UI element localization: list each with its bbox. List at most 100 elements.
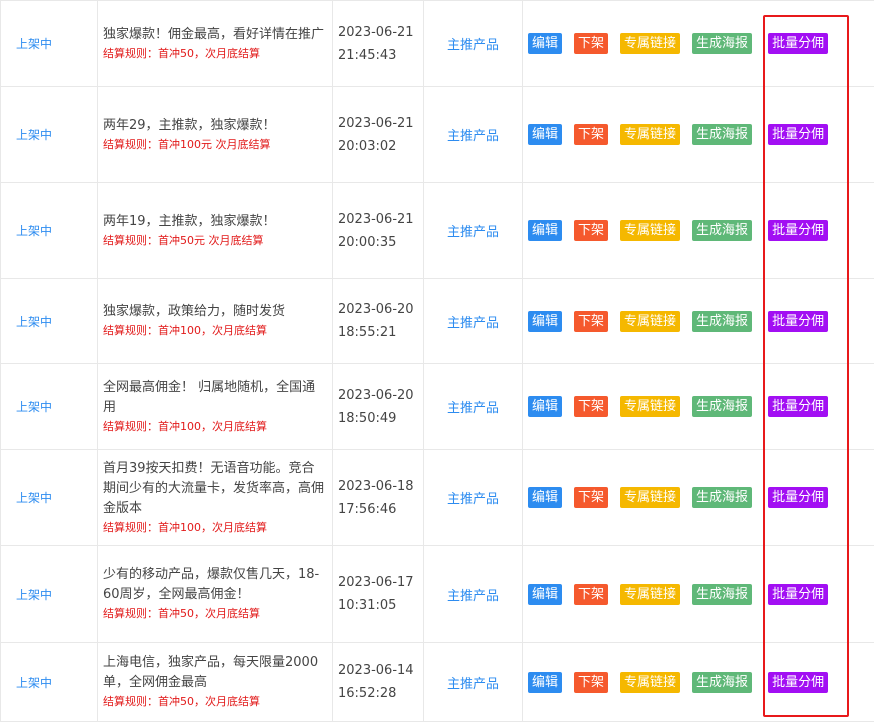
product-type-link[interactable]: 主推产品 [424,673,522,692]
status-link[interactable]: 上架中 [1,222,97,239]
take-down-button[interactable]: 下架 [574,33,608,54]
batch-commission-button[interactable]: 批量分佣 [768,487,828,508]
generate-poster-button[interactable]: 生成海报 [692,33,752,54]
take-down-button[interactable]: 下架 [574,124,608,145]
take-down-button[interactable]: 下架 [574,396,608,417]
status-link[interactable]: 上架中 [1,489,97,506]
batch-commission-button[interactable]: 批量分佣 [768,584,828,605]
generate-poster-button[interactable]: 生成海报 [692,672,752,693]
generate-poster-button[interactable]: 生成海报 [692,487,752,508]
edit-button[interactable]: 编辑 [528,220,562,241]
product-type-link[interactable]: 主推产品 [424,397,522,416]
batch-commission-button[interactable]: 批量分佣 [768,672,828,693]
batch-commission-button[interactable]: 批量分佣 [768,124,828,145]
table-row: 上架中 独家爆款，政策给力，随时发货 结算规则：首冲100，次月底结算 2023… [1,279,874,364]
created-time: 2023-06-17 10:31:05 [333,571,423,617]
batch-commission-button[interactable]: 批量分佣 [768,396,828,417]
product-type-link[interactable]: 主推产品 [424,488,522,507]
product-table: 上架中 独家爆款！佣金最高，看好详情在推广 结算规则：首冲50，次月底结算 20… [0,0,874,722]
type-cell: 主推产品 [424,87,523,183]
title-cell: 首月39按天扣费！无语音功能。竞合期间少有的大流量卡，发货率高，高佣金版本 结算… [98,450,333,546]
generate-poster-button[interactable]: 生成海报 [692,311,752,332]
settlement-rule: 结算规则：首冲50元 次月底结算 [103,232,327,250]
product-type-link[interactable]: 主推产品 [424,221,522,240]
settlement-rule: 结算规则：首冲100，次月底结算 [103,322,327,340]
status-link[interactable]: 上架中 [1,313,97,330]
exclusive-link-button[interactable]: 专属链接 [620,124,680,145]
take-down-button[interactable]: 下架 [574,220,608,241]
created-time: 2023-06-21 21:45:43 [333,21,423,67]
edit-button[interactable]: 编辑 [528,672,562,693]
status-link[interactable]: 上架中 [1,35,97,52]
table-row: 上架中 全网最高佣金！ 归属地随机，全国通用 结算规则：首冲100，次月底结算 … [1,364,874,450]
edit-button[interactable]: 编辑 [528,124,562,145]
edit-button[interactable]: 编辑 [528,396,562,417]
title-cell: 全网最高佣金！ 归属地随机，全国通用 结算规则：首冲100，次月底结算 [98,364,333,450]
date-cell: 2023-06-21 21:45:43 [333,1,424,87]
product-title: 全网最高佣金！ 归属地随机，全国通用 [103,378,327,418]
status-cell: 上架中 [1,87,98,183]
exclusive-link-button[interactable]: 专属链接 [620,311,680,332]
edit-button[interactable]: 编辑 [528,584,562,605]
title-cell: 两年29，主推款，独家爆款！ 结算规则：首冲100元 次月底结算 [98,87,333,183]
product-title: 两年29，主推款，独家爆款！ [103,116,327,136]
settlement-rule: 结算规则：首冲100，次月底结算 [103,418,327,436]
generate-poster-button[interactable]: 生成海报 [692,220,752,241]
edit-button[interactable]: 编辑 [528,33,562,54]
edit-button[interactable]: 编辑 [528,311,562,332]
product-title: 上海电信，独家产品，每天限量2000单，全网佣金最高 [103,653,327,693]
created-time: 2023-06-21 20:03:02 [333,112,423,158]
product-type-link[interactable]: 主推产品 [424,34,522,53]
product-type-link[interactable]: 主推产品 [424,585,522,604]
table-row: 上架中 上海电信，独家产品，每天限量2000单，全网佣金最高 结算规则：首冲50… [1,643,874,722]
exclusive-link-button[interactable]: 专属链接 [620,220,680,241]
type-cell: 主推产品 [424,279,523,364]
exclusive-link-button[interactable]: 专属链接 [620,487,680,508]
status-link[interactable]: 上架中 [1,126,97,143]
status-link[interactable]: 上架中 [1,674,97,691]
exclusive-link-button[interactable]: 专属链接 [620,396,680,417]
take-down-button[interactable]: 下架 [574,584,608,605]
edit-button[interactable]: 编辑 [528,487,562,508]
status-cell: 上架中 [1,1,98,87]
exclusive-link-button[interactable]: 专属链接 [620,672,680,693]
date-cell: 2023-06-18 17:56:46 [333,450,424,546]
operations-cell: 编辑 下架 专属链接 生成海报 批量分佣 [523,1,874,87]
date-cell: 2023-06-21 20:00:35 [333,183,424,279]
operations-cell: 编辑 下架 专属链接 生成海报 批量分佣 [523,364,874,450]
status-link[interactable]: 上架中 [1,398,97,415]
created-time: 2023-06-18 17:56:46 [333,475,423,521]
product-type-link[interactable]: 主推产品 [424,312,522,331]
table-row: 上架中 两年29，主推款，独家爆款！ 结算规则：首冲100元 次月底结算 202… [1,87,874,183]
batch-commission-button[interactable]: 批量分佣 [768,220,828,241]
table-row: 上架中 首月39按天扣费！无语音功能。竞合期间少有的大流量卡，发货率高，高佣金版… [1,450,874,546]
status-link[interactable]: 上架中 [1,586,97,603]
status-cell: 上架中 [1,183,98,279]
type-cell: 主推产品 [424,643,523,722]
product-type-link[interactable]: 主推产品 [424,125,522,144]
operations-cell: 编辑 下架 专属链接 生成海报 批量分佣 [523,546,874,643]
batch-commission-button[interactable]: 批量分佣 [768,33,828,54]
exclusive-link-button[interactable]: 专属链接 [620,33,680,54]
created-time: 2023-06-21 20:00:35 [333,208,423,254]
take-down-button[interactable]: 下架 [574,311,608,332]
exclusive-link-button[interactable]: 专属链接 [620,584,680,605]
batch-commission-button[interactable]: 批量分佣 [768,311,828,332]
status-cell: 上架中 [1,364,98,450]
operations-cell: 编辑 下架 专属链接 生成海报 批量分佣 [523,450,874,546]
created-time: 2023-06-14 16:52:28 [333,659,423,705]
product-title: 独家爆款，政策给力，随时发货 [103,302,327,322]
type-cell: 主推产品 [424,364,523,450]
title-cell: 独家爆款！佣金最高，看好详情在推广 结算规则：首冲50，次月底结算 [98,1,333,87]
generate-poster-button[interactable]: 生成海报 [692,124,752,145]
product-title: 两年19，主推款，独家爆款！ [103,212,327,232]
take-down-button[interactable]: 下架 [574,487,608,508]
type-cell: 主推产品 [424,450,523,546]
product-title: 首月39按天扣费！无语音功能。竞合期间少有的大流量卡，发货率高，高佣金版本 [103,459,327,519]
generate-poster-button[interactable]: 生成海报 [692,584,752,605]
generate-poster-button[interactable]: 生成海报 [692,396,752,417]
table-row: 上架中 独家爆款！佣金最高，看好详情在推广 结算规则：首冲50，次月底结算 20… [1,1,874,87]
product-table-body: 上架中 独家爆款！佣金最高，看好详情在推广 结算规则：首冲50，次月底结算 20… [1,1,874,722]
take-down-button[interactable]: 下架 [574,672,608,693]
date-cell: 2023-06-20 18:50:49 [333,364,424,450]
